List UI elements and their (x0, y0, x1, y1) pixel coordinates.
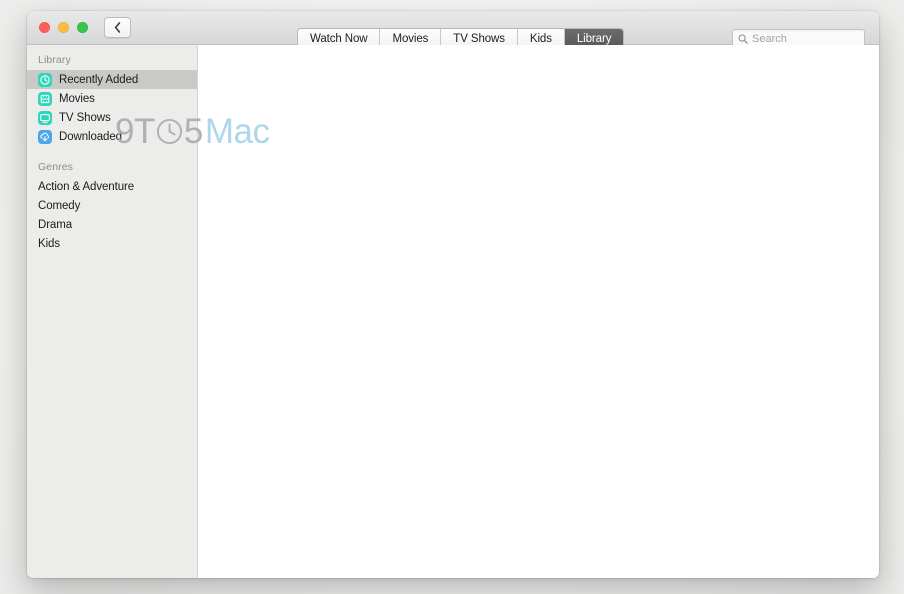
search-input[interactable] (752, 32, 859, 45)
sidebar-section-header-genres: Genres (38, 161, 74, 173)
clock-icon (38, 72, 52, 87)
sidebar-item-label: Drama (38, 218, 73, 231)
window-toolbar: Watch Now Movies TV Shows Kids Library (27, 11, 879, 49)
chevron-left-icon (114, 22, 121, 33)
tab-label: Kids (529, 32, 552, 45)
sidebar-item-tv-shows[interactable]: TV Shows (27, 108, 197, 127)
film-icon (38, 91, 52, 106)
sidebar-item-label: TV Shows (59, 111, 111, 124)
sidebar-item-label: Downloaded (59, 130, 122, 143)
app-window: Watch Now Movies TV Shows Kids Library L… (27, 11, 879, 578)
close-window-button[interactable] (39, 22, 50, 33)
sidebar-item-downloaded[interactable]: Downloaded (27, 127, 197, 146)
tab-label: Movies (392, 32, 429, 45)
sidebar-item-drama[interactable]: Drama (27, 215, 197, 234)
sidebar-item-action-and-adventure[interactable]: Action & Adventure (27, 177, 197, 196)
sidebar: Library Recently Added Movies TV Shows D… (27, 45, 198, 578)
tab-label: TV Shows (453, 32, 505, 45)
sidebar-item-movies[interactable]: Movies (27, 89, 197, 108)
tv-icon (38, 110, 52, 125)
maximize-window-button[interactable] (77, 22, 88, 33)
download-cloud-icon (38, 129, 52, 144)
tab-label: Library (576, 32, 612, 45)
back-button[interactable] (104, 17, 131, 38)
minimize-window-button[interactable] (58, 22, 69, 33)
sidebar-item-kids[interactable]: Kids (27, 234, 197, 253)
sidebar-item-label: Action & Adventure (38, 180, 135, 193)
sidebar-section-header-library: Library (38, 54, 71, 66)
sidebar-item-label: Kids (38, 237, 60, 250)
tab-label: Watch Now (310, 32, 368, 45)
sidebar-item-comedy[interactable]: Comedy (27, 196, 197, 215)
sidebar-item-recently-added[interactable]: Recently Added (27, 70, 197, 89)
traffic-light-group (39, 22, 88, 33)
search-icon (738, 33, 748, 44)
sidebar-item-label: Movies (59, 92, 95, 105)
content-area (198, 45, 879, 578)
sidebar-item-label: Recently Added (59, 73, 139, 86)
window-body: Library Recently Added Movies TV Shows D… (27, 45, 879, 578)
sidebar-item-label: Comedy (38, 199, 81, 212)
